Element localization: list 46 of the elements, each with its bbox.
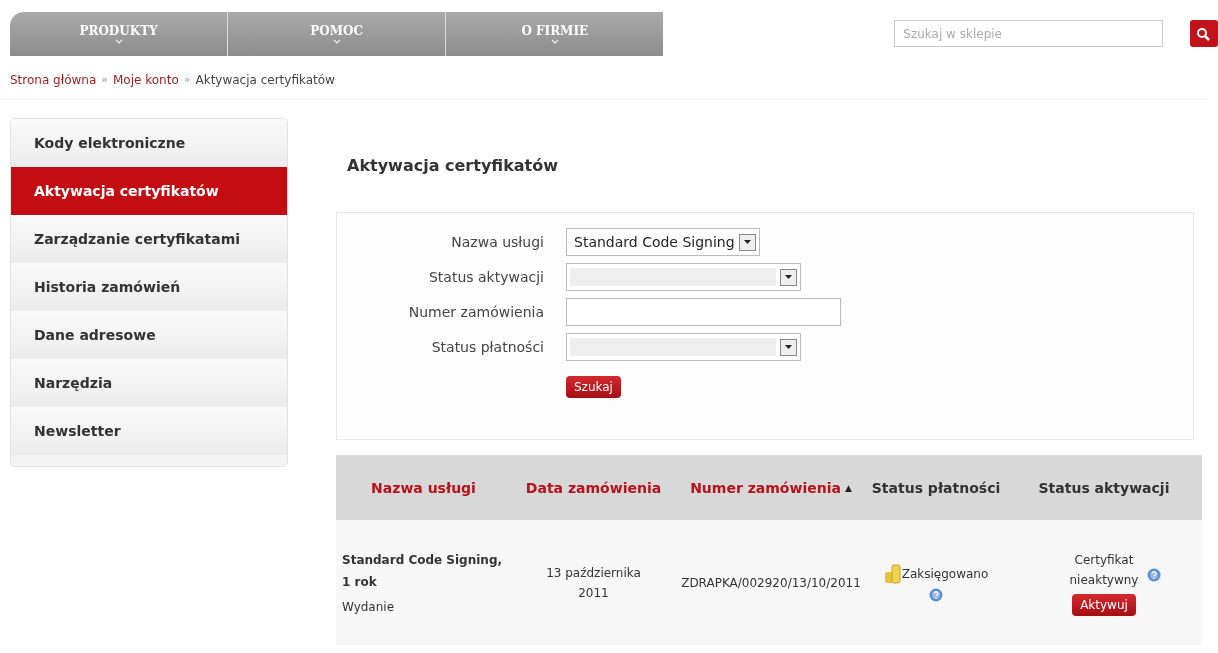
activate-button[interactable]: Aktywuj [1072, 593, 1136, 616]
dropdown-icon [743, 240, 751, 244]
payment-status: Zaksięgowano [901, 565, 989, 583]
order-date: 13 października 2011 [545, 564, 642, 602]
dropdown-icon [785, 275, 792, 279]
dropdown-icon [785, 345, 792, 349]
page-title: Aktywacja certyfikatów [347, 156, 560, 177]
column-heading: Status aktywacji [1006, 455, 1202, 520]
service-note: Wydanie [342, 598, 395, 616]
sidebar-item[interactable]: Historia zamówień [11, 263, 287, 311]
select-field[interactable] [566, 263, 801, 291]
breadcrumb-separator: » [183, 73, 191, 86]
caret-icon [550, 39, 559, 44]
column-header-link[interactable]: Nazwa usługi [336, 455, 511, 520]
coins-icon [883, 563, 902, 584]
breadcrumb-separator: » [101, 73, 108, 86]
field-label: Status płatności [431, 339, 544, 355]
sidebar-item[interactable]: Dane adresowe [11, 311, 287, 359]
column-header-link[interactable]: Numer zamówienia ▲ [676, 455, 866, 520]
service-name: Standard Code Signing, 1 rok [342, 551, 504, 591]
field-label: Nazwa usługi [451, 234, 544, 250]
sidebar-item[interactable]: Narzędzia [11, 359, 287, 407]
sidebar-item[interactable]: Aktywacja certyfikatów [11, 167, 287, 215]
sidebar-item[interactable]: Newsletter [11, 407, 287, 455]
caret-icon [332, 39, 341, 44]
column-heading: Status płatności [866, 455, 1006, 520]
current-page-label: Aktywacja certyfikatów [195, 72, 335, 87]
search-field[interactable]: Szukaj w sklepie [894, 20, 1163, 47]
field-label: Status aktywacji [428, 269, 544, 285]
search-submit-button[interactable]: Szukaj [566, 376, 621, 398]
help-icon[interactable] [929, 587, 943, 602]
sidebar-item[interactable]: Zarządzanie certyfikatami [11, 215, 287, 263]
field-label: Numer zamówienia [408, 304, 544, 320]
sidebar-item[interactable]: Kody elektroniczne [11, 119, 287, 167]
activation-status: Certyfikat nieaktywny [1068, 551, 1140, 589]
column-header-link[interactable]: Data zamówienia [511, 455, 676, 520]
caret-icon [114, 39, 123, 44]
select-field[interactable] [566, 333, 801, 361]
breadcrumb-link[interactable]: Moje konto [113, 72, 179, 87]
breadcrumb-link[interactable]: Strona główna [10, 72, 97, 87]
input-field[interactable] [566, 298, 841, 326]
select-field[interactable]: Standard Code Signing [566, 228, 760, 256]
help-icon[interactable] [1147, 567, 1161, 582]
search-icon [1196, 26, 1210, 41]
search-button[interactable] [1190, 20, 1218, 47]
order-number: ZDRAPKA/002920/13/10/2011 [681, 574, 861, 592]
